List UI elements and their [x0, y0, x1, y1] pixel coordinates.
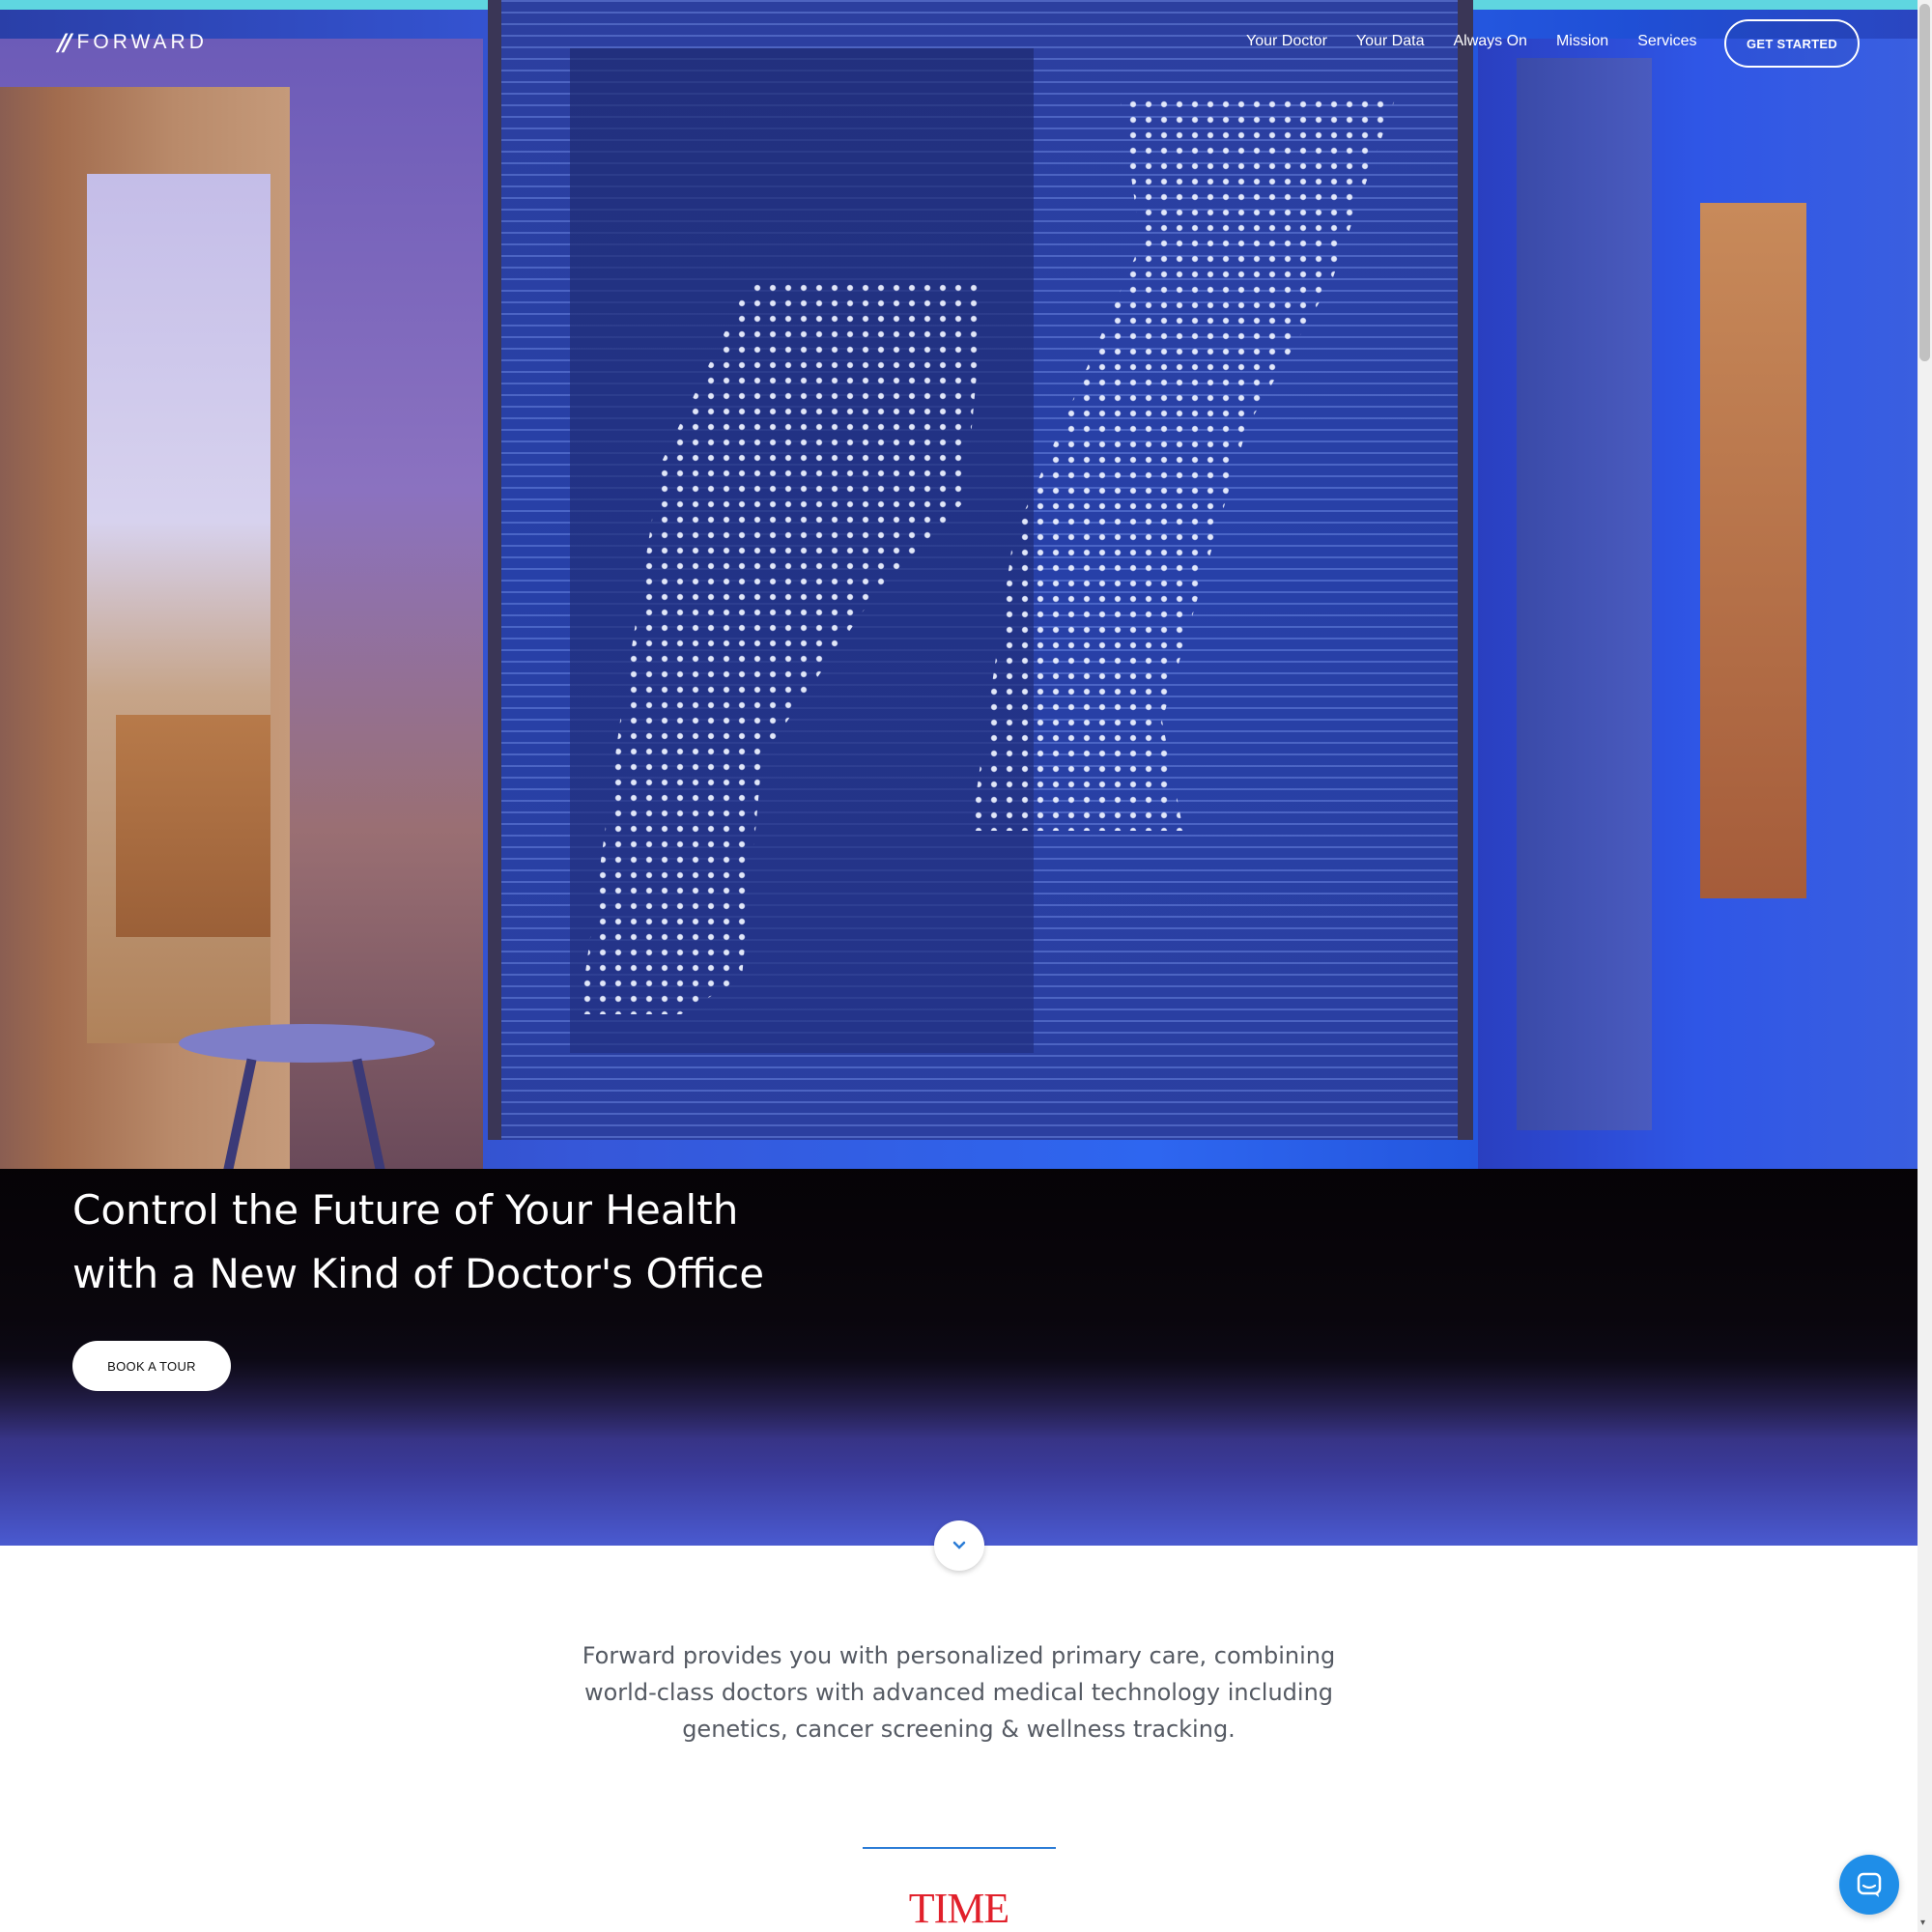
hero-image-right-room [1478, 39, 1918, 1169]
side-table [179, 1024, 435, 1063]
nav-mission[interactable]: Mission [1556, 33, 1608, 50]
hero-headline: Control the Future of Your Health with a… [72, 1179, 942, 1306]
hero-headline-line1: Control the Future of Your Health [72, 1186, 739, 1234]
hero-section: Control the Future of Your Health with a… [0, 0, 1918, 1546]
forward-logo-mark: // [58, 29, 71, 56]
pillar [1517, 58, 1652, 1130]
scroll-down-button[interactable] [934, 1520, 984, 1571]
book-a-tour-button[interactable]: BOOK A TOUR [72, 1341, 231, 1391]
nav-always-on[interactable]: Always On [1453, 33, 1526, 50]
scrollbar-thumb[interactable] [1919, 4, 1930, 361]
chevron-down-icon [952, 1541, 966, 1549]
chat-bubble-icon [1857, 1872, 1882, 1897]
cabinet [116, 715, 270, 937]
main-nav: Your Doctor Your Data Always On Mission … [1246, 33, 1697, 50]
time-press-logo: TIME [908, 1885, 1010, 1932]
nav-your-data[interactable]: Your Data [1356, 33, 1425, 50]
forward-logo-text: FORWARD [76, 31, 208, 53]
hero-image-left-room [0, 39, 483, 1203]
section-divider [863, 1847, 1056, 1849]
intro-paragraph: Forward provides you with personalized p… [582, 1642, 1336, 1743]
nav-your-doctor[interactable]: Your Doctor [1246, 33, 1327, 50]
page-scrollbar[interactable]: ▾ [1918, 0, 1932, 1932]
get-started-button[interactable]: GET STARTED [1724, 19, 1860, 68]
hero-headline-line2: with a New Kind of Doctor's Office [72, 1250, 765, 1297]
nav-services[interactable]: Services [1637, 33, 1696, 50]
right-doorway [1700, 203, 1806, 898]
forward-logo[interactable]: // FORWARD [58, 29, 208, 56]
chat-launcher-button[interactable] [1839, 1855, 1899, 1915]
scroll-down-arrow-icon[interactable]: ▾ [1920, 1918, 1925, 1928]
